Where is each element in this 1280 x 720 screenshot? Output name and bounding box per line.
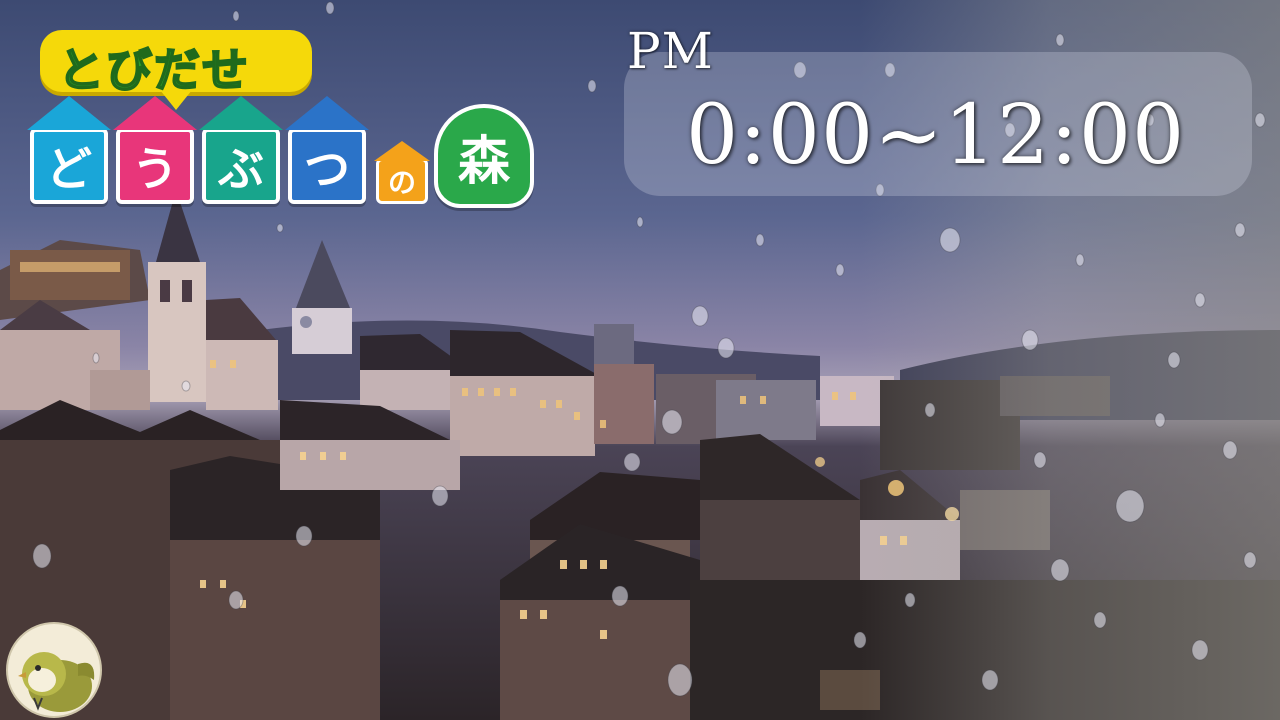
logo-tile-mori: 森 (434, 104, 534, 208)
logo-tile-4-char: つ (304, 142, 350, 196)
logo-tile-2: う (116, 128, 194, 204)
logo-tile-mori-char: 森 (457, 131, 510, 192)
logo-tile-1-char: ど (46, 142, 92, 196)
period-label: PM (627, 22, 714, 80)
logo-tile-3: ぶ (202, 128, 280, 204)
logo-title-banner: とびだせ (40, 22, 330, 110)
logo-title-line1: とびだせ (57, 42, 250, 98)
time-range: 0:00~12:00 (686, 88, 1186, 183)
logo-tile-no-char: の (387, 166, 416, 199)
logo-tile-4: つ (288, 128, 366, 204)
game-logo: とびだせ ど う ぶ つ の 森 (30, 22, 540, 212)
logo-tile-2-char: う (132, 142, 178, 196)
logo-house-tiles: ど う ぶ つ の 森 (30, 104, 540, 210)
channel-avatar[interactable] (6, 622, 102, 718)
logo-tile-3-char: ぶ (218, 142, 264, 196)
logo-tile-1: ど (30, 128, 108, 204)
bird-avatar-icon (18, 652, 95, 712)
logo-tile-no: の (376, 158, 428, 204)
